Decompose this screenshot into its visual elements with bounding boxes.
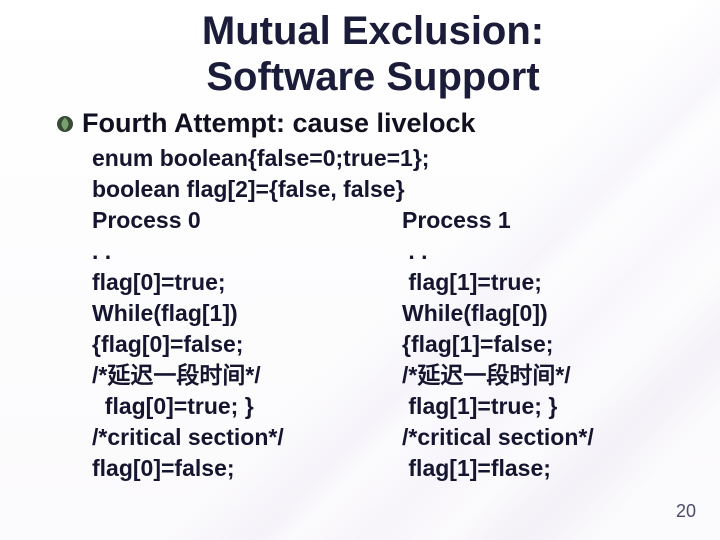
bullet-row: Fourth Attempt: cause livelock: [56, 108, 690, 139]
decl-line-1: enum boolean{false=0;true=1};: [92, 143, 690, 174]
decl-line-2: boolean flag[2]={false, false}: [92, 174, 690, 205]
slide: Mutual Exclusion: Software Support Fourt…: [0, 0, 720, 540]
process-1-code: Process 1 . . flag[1]=true; While(flag[0…: [402, 205, 690, 484]
slide-title: Mutual Exclusion: Software Support: [56, 8, 690, 100]
bullet-icon: [56, 115, 74, 133]
title-line-1: Mutual Exclusion:: [202, 9, 544, 53]
page-number: 20: [676, 501, 696, 522]
process-0-code: Process 0 . . flag[0]=true; While(flag[1…: [92, 205, 402, 484]
bullet-text: Fourth Attempt: cause livelock: [82, 108, 476, 139]
process-columns: Process 0 . . flag[0]=true; While(flag[1…: [92, 205, 690, 484]
title-line-2: Software Support: [206, 55, 539, 99]
